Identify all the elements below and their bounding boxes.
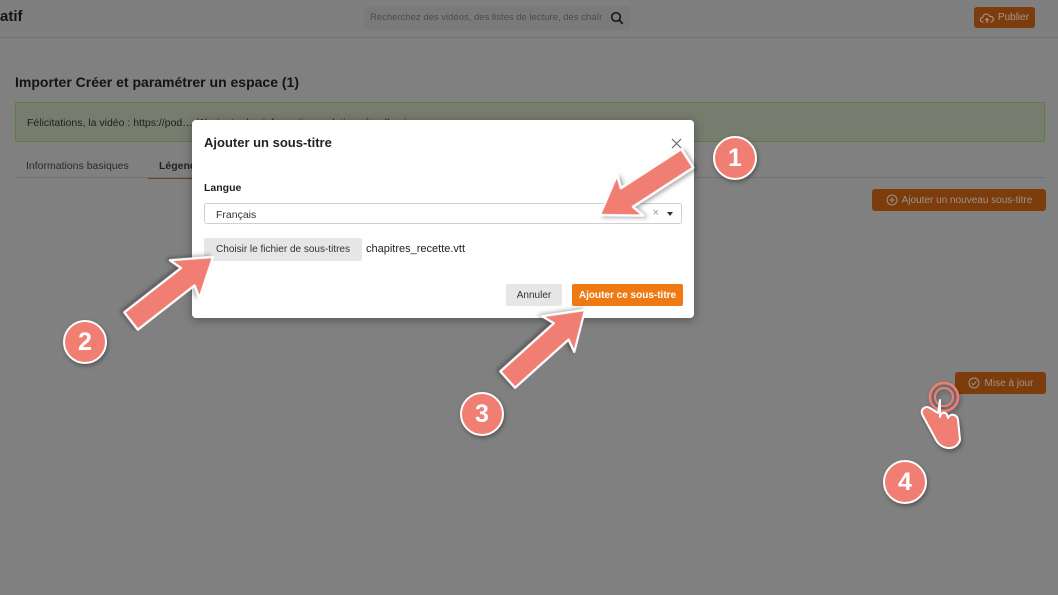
check-circle-icon (968, 377, 980, 389)
language-value: Français (216, 209, 257, 221)
step-badge-3: 3 (460, 392, 504, 436)
tab-basic-info[interactable]: Informations basiques (26, 160, 129, 172)
update-button[interactable]: Mise à jour (955, 372, 1046, 394)
step-badge-4: 4 (883, 460, 927, 504)
add-subtitle-modal: Ajouter un sous-titre Langue Français × … (192, 120, 694, 318)
plus-circle-icon (886, 194, 898, 206)
modal-title: Ajouter un sous-titre (204, 135, 332, 150)
search-input[interactable]: Recherchez des vidéos, des listes de lec… (370, 12, 602, 23)
cancel-button[interactable]: Annuler (506, 284, 562, 306)
update-label: Mise à jour (984, 377, 1034, 389)
choose-file-button[interactable]: Choisir le fichier de sous-titres (204, 238, 362, 261)
add-new-subtitle-button[interactable]: Ajouter un nouveau sous-titre (872, 189, 1046, 211)
tap-hand-icon (920, 381, 961, 449)
search-icon[interactable] (610, 11, 624, 25)
step-badge-1: 1 (713, 136, 757, 180)
step-badge-2: 2 (63, 320, 107, 364)
brand-logo[interactable]: atif (0, 8, 23, 25)
publish-button[interactable]: Publier (974, 7, 1035, 28)
language-label: Langue (204, 182, 242, 194)
chevron-down-icon[interactable] (667, 212, 673, 216)
page-title: Importer Créer et paramétrer un espace (… (15, 74, 299, 90)
publish-label: Publier (997, 12, 1030, 23)
upload-cloud-icon (979, 13, 994, 23)
clear-icon[interactable]: × (653, 207, 659, 219)
selected-file-name: chapitres_recette.vtt (366, 243, 466, 255)
search-bar[interactable]: Recherchez des vidéos, des listes de lec… (364, 6, 630, 30)
close-icon[interactable] (671, 138, 682, 149)
add-new-subtitle-label: Ajouter un nouveau sous-titre (901, 194, 1033, 206)
add-subtitle-button[interactable]: Ajouter ce sous-titre (572, 284, 683, 306)
language-select[interactable]: Français × (204, 203, 682, 224)
